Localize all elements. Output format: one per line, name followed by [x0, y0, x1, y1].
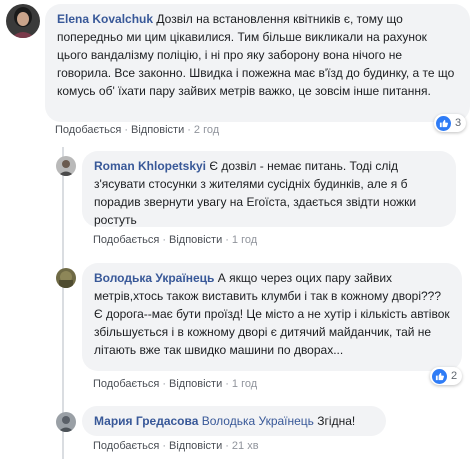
comment-bubble: Мария Гредасова Володька Українець Згідн… [82, 406, 386, 436]
like-link[interactable]: Подобається [93, 440, 159, 452]
reply-link[interactable]: Відповісти [131, 124, 184, 136]
reaction-number: 2 [451, 370, 458, 382]
comment-actions: Подобається · Відповісти · 1 год [93, 234, 258, 246]
comment-author[interactable]: Roman Khlopetskyi [94, 159, 206, 173]
comment-author[interactable]: Elena Kovalchuk [57, 12, 153, 26]
comment-author[interactable]: Володька Українець [94, 271, 214, 285]
avatar[interactable] [56, 412, 76, 432]
comment-author[interactable]: Мария Гредасова [94, 414, 198, 428]
comment-actions: Подобається · Відповісти · 21 хв [93, 440, 259, 452]
avatar[interactable] [6, 4, 40, 38]
like-link[interactable]: Подобається [93, 234, 159, 246]
comment-bubble: Roman Khlopetskyi Є дозвіл - немає питан… [82, 151, 456, 227]
comment-bubble: Elena Kovalchuk Дозвіл на встановлення к… [45, 4, 470, 122]
reaction-number: 3 [455, 117, 462, 129]
like-link[interactable]: Подобається [93, 378, 159, 390]
timestamp[interactable]: 1 год [232, 378, 257, 390]
comment-mention[interactable]: Володька Українець [202, 414, 314, 428]
timestamp[interactable]: 1 год [232, 234, 257, 246]
reply-link[interactable]: Відповісти [169, 440, 222, 452]
timestamp[interactable]: 2 год [194, 124, 219, 136]
like-reaction-icon [432, 368, 447, 384]
comment-actions: Подобається · Відповісти · 2 год [55, 124, 220, 136]
avatar[interactable] [56, 156, 76, 176]
like-link[interactable]: Подобається [55, 124, 121, 136]
like-reaction-icon [436, 115, 451, 131]
comment-bubble: Володька Українець А якщо через оцих пар… [82, 263, 462, 371]
avatar[interactable] [56, 268, 76, 288]
comment-actions: Подобається · Відповісти · 1 год [93, 378, 258, 390]
reaction-count[interactable]: 2 [430, 367, 463, 385]
comment-text: Згідна! [317, 414, 356, 428]
timestamp[interactable]: 21 хв [232, 440, 259, 452]
reply-link[interactable]: Відповісти [169, 234, 222, 246]
reaction-count[interactable]: 3 [434, 114, 467, 132]
reply-link[interactable]: Відповісти [169, 378, 222, 390]
